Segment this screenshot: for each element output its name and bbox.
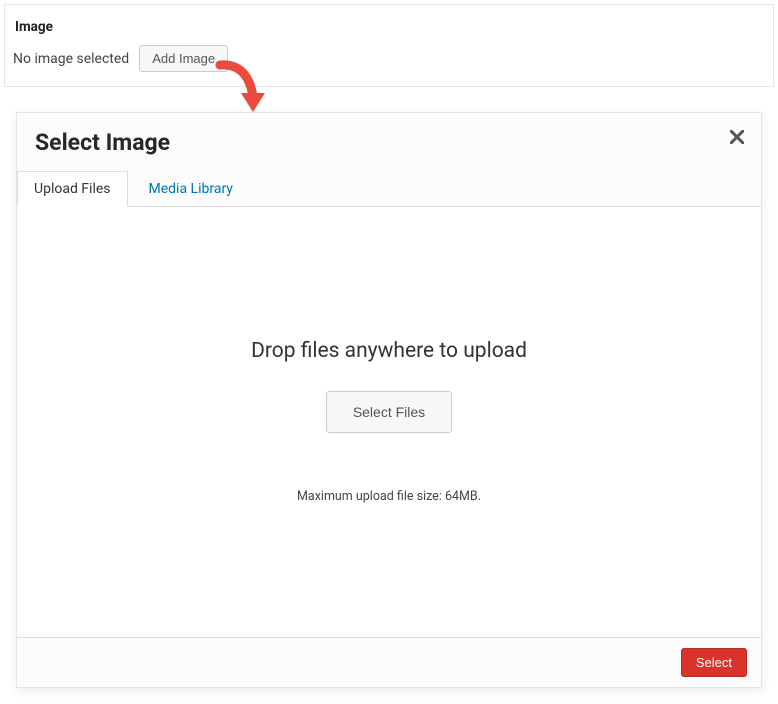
close-icon[interactable] — [725, 125, 749, 149]
modal-title: Select Image — [35, 129, 743, 156]
select-files-button[interactable]: Select Files — [326, 391, 452, 433]
modal-footer: Select — [17, 637, 761, 687]
tab-media-library[interactable]: Media Library — [132, 171, 250, 207]
panel-title: Image — [13, 19, 759, 35]
add-image-button[interactable]: Add Image — [139, 45, 228, 72]
panel-body: No image selected Add Image — [13, 45, 759, 72]
max-file-size-text: Maximum upload file size: 64MB. — [297, 489, 481, 504]
no-image-status: No image selected — [13, 51, 129, 67]
tab-upload-files[interactable]: Upload Files — [17, 171, 128, 207]
modal-tabs: Upload Files Media Library — [17, 171, 761, 207]
drop-instruction-text: Drop files anywhere to upload — [251, 339, 527, 363]
select-button[interactable]: Select — [681, 648, 747, 677]
select-image-modal: Select Image Upload Files Media Library … — [16, 112, 762, 688]
upload-dropzone[interactable]: Drop files anywhere to upload Select Fil… — [17, 206, 761, 637]
image-field-panel: Image No image selected Add Image — [4, 4, 774, 87]
modal-header: Select Image — [17, 113, 761, 170]
